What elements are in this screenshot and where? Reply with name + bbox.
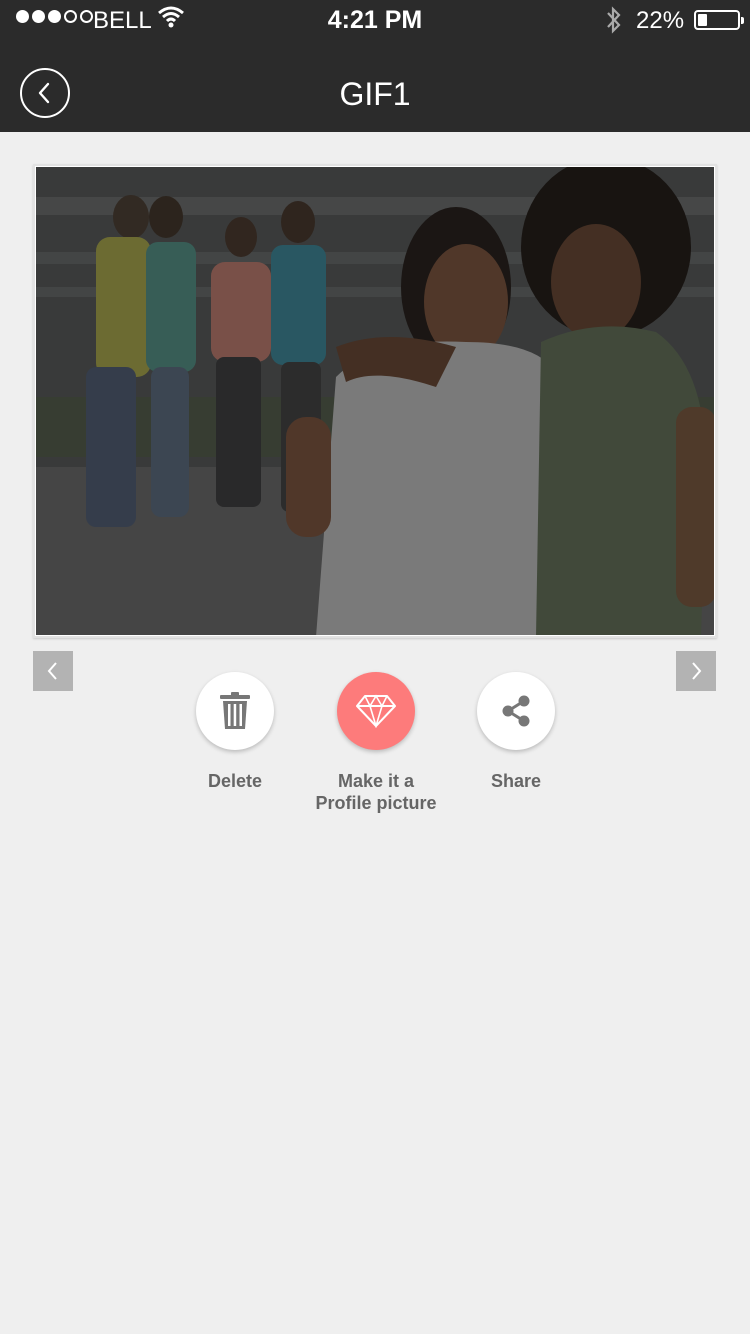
chevron-right-icon [692, 662, 702, 680]
delete-button[interactable]: Delete [165, 672, 305, 792]
share-label: Share [490, 771, 542, 791]
photo-frame [33, 164, 717, 638]
page-title: GIF1 [339, 76, 411, 112]
gif-image[interactable] [36, 167, 714, 635]
chevron-left-icon [47, 662, 57, 680]
make-profile-picture-button[interactable]: Make it a Profile picture [306, 672, 446, 814]
status-bar: BELL 4:21 PM 22% [0, 0, 750, 40]
next-button[interactable] [676, 651, 716, 691]
diamond-icon [356, 694, 396, 728]
profile-picture-circle[interactable] [337, 672, 415, 750]
profile-picture-label-line2: Profile picture [315, 793, 437, 813]
trash-icon [220, 692, 250, 729]
profile-picture-label: Make it a Profile picture [306, 770, 446, 814]
profile-picture-label-line1: Make it a [337, 771, 415, 791]
top-bar: BELL 4:21 PM 22% GIF1 [0, 0, 750, 132]
bluetooth-icon [605, 6, 623, 41]
delete-label: Delete [207, 771, 263, 791]
previous-button[interactable] [33, 651, 73, 691]
share-circle[interactable] [477, 672, 555, 750]
share-button[interactable]: Share [446, 672, 586, 792]
battery-icon [694, 10, 744, 30]
share-icon [502, 695, 530, 727]
battery-percent: 22% [636, 7, 685, 34]
delete-circle[interactable] [196, 672, 274, 750]
